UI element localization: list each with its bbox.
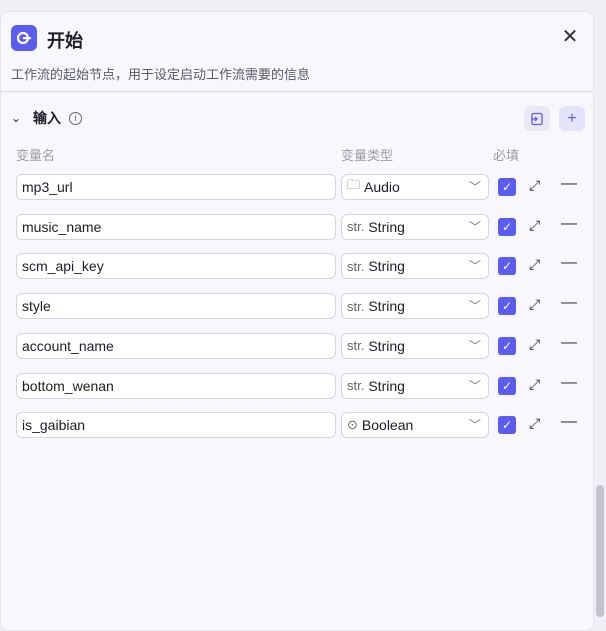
variable-type-select[interactable]: str. String ﹀ [341,293,489,320]
expand-icon[interactable]: ⤢ [529,376,540,393]
variable-type-value: Audio [364,179,400,195]
variable-type-select[interactable]: str. String ﹀ [341,213,489,240]
variable-type-value: String [368,298,405,315]
variable-name-input[interactable] [16,253,336,280]
remove-variable-button[interactable]: — [561,215,577,233]
folder-icon: 🗀 [347,177,361,192]
variable-type-value: String [368,377,405,394]
required-checkbox[interactable]: ✓ [498,217,516,236]
expand-icon[interactable]: ⤢ [529,415,540,432]
import-button[interactable] [524,106,550,131]
string-icon: str. [347,298,365,314]
string-icon: str. [347,338,365,354]
variable-type-select[interactable]: 🗀 Audio ﹀ [341,174,489,200]
variable-row: str.String ﹀ ✓ ⤢ — [16,372,591,399]
chevron-down-icon: ﹀ [468,219,481,234]
variable-row: str.String ﹀ ✓ ⤢ — [16,213,591,240]
variable-row: ⊙Boolean ﹀ ✓ ⤢ — [16,412,591,439]
variable-row: str.String ﹀ ✓ ⤢ — [16,332,591,359]
chevron-down-icon: ⌄ [11,111,22,125]
section-title: 输入 [33,110,61,126]
remove-variable-button[interactable]: — [561,175,577,193]
chevron-down-icon: ﹀ [468,180,481,194]
page-title: 开始 [47,31,83,51]
column-header-name: 变量名 [16,148,56,163]
remove-variable-button[interactable]: — [561,294,577,312]
variable-name-input[interactable] [16,332,336,359]
variable-name-input[interactable] [16,174,336,200]
string-icon: str. [347,219,365,235]
panel-header: 开始 ✕ 工作流的起始节点，用于设定启动工作流需要的信息 [1,12,593,92]
expand-icon[interactable]: ⤢ [529,256,540,273]
close-icon[interactable]: ✕ [559,26,581,48]
chevron-down-icon: ﹀ [468,299,481,314]
variable-type-value: String [368,258,405,275]
add-variable-button[interactable]: + [559,106,585,131]
required-checkbox[interactable]: ✓ [498,376,516,395]
input-section-toggle[interactable]: ⌄ 输入 i [11,108,82,128]
plus-icon: + [567,109,577,127]
import-icon [531,112,543,125]
variable-name-input[interactable] [16,293,336,320]
variable-type-select[interactable]: str. String ﹀ [341,253,489,280]
variable-type-select[interactable]: str. String ﹀ [341,372,489,399]
chevron-down-icon: ﹀ [468,338,481,353]
string-icon: str. [347,258,365,274]
expand-icon[interactable]: ⤢ [529,217,540,234]
node-description: 工作流的起始节点，用于设定启动工作流需要的信息 [11,67,311,82]
variable-type-select[interactable]: str. String ﹀ [341,332,489,359]
column-header-required: 必填 [493,148,520,163]
required-checkbox[interactable]: ✓ [498,297,516,316]
column-header-type: 变量类型 [341,148,394,163]
expand-icon[interactable]: ⤢ [529,177,540,194]
variable-row: str.String ﹀ ✓ ⤢ — [16,293,591,320]
start-node-icon [11,25,37,51]
variable-row: str.String ﹀ ✓ ⤢ — [16,253,591,280]
variable-type-value: String [368,337,405,354]
variable-type-select[interactable]: ⊙ Boolean ﹀ [341,412,489,439]
toggle-icon: ⊙ [347,417,358,433]
remove-variable-button[interactable]: — [561,413,577,431]
chevron-down-icon: ﹀ [468,378,481,393]
remove-variable-button[interactable]: — [561,374,577,392]
variable-row: 🗀Audio ﹀ ✓ ⤢ — [16,174,591,200]
variable-type-value: Boolean [361,417,414,434]
start-node-panel: 开始 ✕ 工作流的起始节点，用于设定启动工作流需要的信息 ⌄ 输入 i + 变量… [0,11,594,631]
variable-name-input[interactable] [16,372,336,399]
variable-name-input[interactable] [16,213,336,240]
chevron-down-icon: ﹀ [468,259,481,274]
variable-name-input[interactable] [16,412,336,439]
remove-variable-button[interactable]: — [561,334,577,352]
string-icon: str. [347,378,365,393]
variable-type-value: String [368,218,405,235]
required-checkbox[interactable]: ✓ [498,257,516,276]
scrollbar[interactable] [596,485,604,617]
remove-variable-button[interactable]: — [561,254,577,272]
chevron-down-icon: ﹀ [468,418,481,433]
info-icon[interactable]: i [69,111,82,125]
required-checkbox[interactable]: ✓ [498,336,516,355]
required-checkbox[interactable]: ✓ [498,416,516,435]
expand-icon[interactable]: ⤢ [529,336,540,353]
required-checkbox[interactable]: ✓ [498,178,516,196]
expand-icon[interactable]: ⤢ [529,296,540,313]
